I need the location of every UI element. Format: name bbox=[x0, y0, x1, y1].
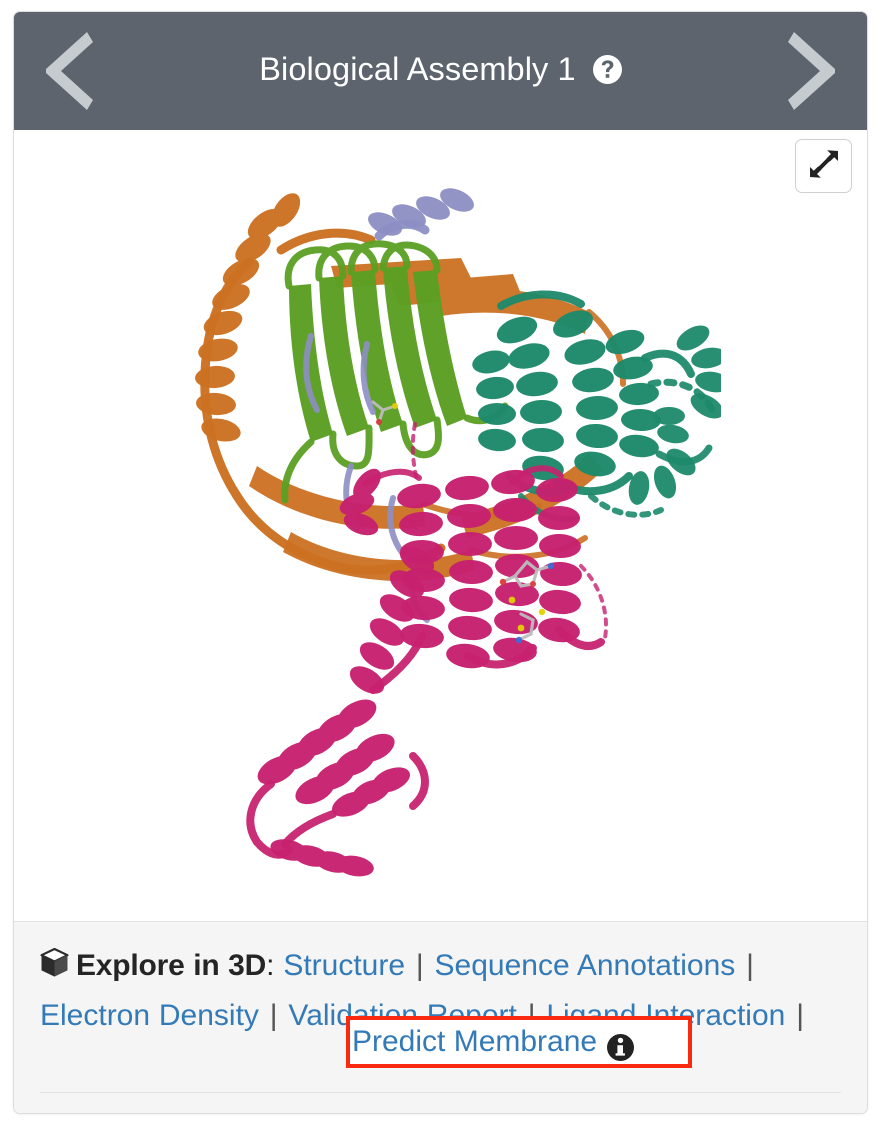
chevron-right-icon bbox=[786, 28, 838, 114]
expand-arrows-icon bbox=[809, 149, 839, 184]
protein-ribbon-image: .or { stroke:#cc7122; fill:none; stroke-… bbox=[14, 130, 867, 921]
info-circle-icon[interactable] bbox=[607, 1029, 635, 1061]
link-structure[interactable]: Structure bbox=[283, 949, 405, 982]
page-title: Biological Assembly 1 bbox=[259, 50, 576, 87]
cube-3d-icon bbox=[40, 945, 69, 992]
structure-viewer[interactable]: .or { stroke:#cc7122; fill:none; stroke-… bbox=[14, 130, 867, 922]
footer-divider bbox=[40, 1092, 841, 1093]
explore-links-footer: Explore in 3D: Structure | Sequence Anno… bbox=[14, 922, 867, 1113]
link-electron-density[interactable]: Electron Density bbox=[40, 999, 259, 1032]
biological-assembly-panel: Biological Assembly 1 Explore in 3D: Str… bbox=[13, 11, 868, 1114]
question-circle-icon[interactable] bbox=[592, 54, 622, 84]
link-sequence-annotations[interactable]: Sequence Annotations bbox=[435, 949, 736, 982]
fullscreen-expand-button[interactable] bbox=[795, 139, 852, 193]
screenshot-root: Biological Assembly 1 Explore in 3D: Str… bbox=[0, 0, 888, 1128]
explore-colon: : bbox=[266, 949, 275, 982]
link-separator: | bbox=[269, 999, 278, 1032]
header-title-group: Biological Assembly 1 bbox=[106, 51, 775, 88]
previous-assembly-button[interactable] bbox=[32, 25, 106, 117]
chevron-left-icon bbox=[43, 28, 95, 114]
explore-in-3d-label: Explore in 3D bbox=[76, 949, 267, 982]
link-separator: | bbox=[415, 949, 424, 982]
panel-header: Biological Assembly 1 bbox=[14, 12, 867, 130]
link-separator: | bbox=[796, 999, 804, 1032]
link-separator: | bbox=[746, 949, 754, 982]
link-predict-membrane[interactable]: Predict Membrane bbox=[352, 1019, 597, 1065]
predict-membrane-group[interactable]: Predict Membrane bbox=[352, 1019, 635, 1065]
next-assembly-button[interactable] bbox=[775, 25, 849, 117]
